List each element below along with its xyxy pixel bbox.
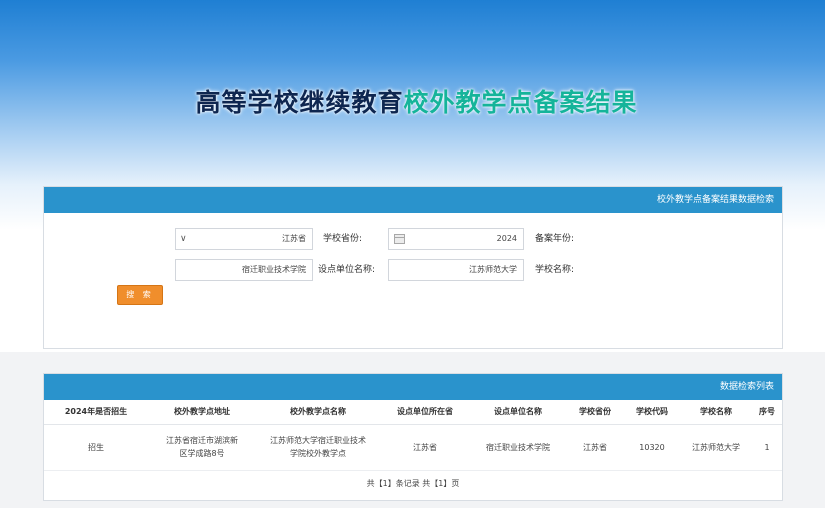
unit-input-value: 宿迁职业技术学院 (242, 265, 306, 274)
table-row: 1 江苏师范大学 10320 江苏省 宿迁职业技术学院 江苏省 江苏师范大学宿迁… (44, 424, 782, 471)
school-input-value: 江苏师范大学 (469, 265, 517, 274)
col-header: 2024年是否招生 (44, 400, 148, 425)
col-header: 设点单位名称 (470, 400, 566, 425)
school-label: 学校名称: (535, 265, 575, 275)
col-header: 校外教学点名称 (256, 400, 380, 425)
title-part-1: 高等学校继续教育 (195, 88, 404, 117)
col-header: 序号 (752, 400, 782, 425)
title-part-2: 校外教学点备案结果 (403, 88, 638, 117)
col-header: 学校代码 (624, 400, 680, 425)
table-cell: 江苏省宿迁市湖滨新区学成路8号 (148, 424, 256, 471)
province-select[interactable]: ∨ 江苏省 (175, 228, 313, 250)
province-label: 学校省份: (323, 234, 363, 244)
chevron-down-icon: ∨ (180, 234, 187, 244)
table-cell: 江苏省 (566, 424, 624, 471)
unit-input[interactable]: 宿迁职业技术学院 (175, 259, 313, 281)
col-header: 设点单位所在省 (380, 400, 470, 425)
province-select-value: 江苏省 (282, 234, 306, 243)
table-header-row: 序号 学校名称 学校代码 学校省份 设点单位名称 设点单位所在省 校外教学点名称… (44, 400, 782, 425)
year-input-value: 2024 (496, 234, 517, 243)
results-table: 序号 学校名称 学校代码 学校省份 设点单位名称 设点单位所在省 校外教学点名称… (44, 400, 782, 471)
table-cell: 江苏师范大学 (680, 424, 752, 471)
table-cell: 江苏省 (380, 424, 470, 471)
table-cell: 1 (752, 424, 782, 471)
pagination-info: 共【1】条记录 共【1】页 (366, 479, 460, 488)
year-label: 备案年份: (535, 234, 575, 244)
col-header: 学校省份 (566, 400, 624, 425)
results-panel: 数据检索列表 序号 学校名称 学校代码 学校省份 设点单位名称 设点单位所在省 … (43, 373, 783, 501)
col-header: 学校名称 (680, 400, 752, 425)
col-header: 校外教学点地址 (148, 400, 256, 425)
unit-label: 设点单位名称: (318, 265, 376, 275)
school-input[interactable]: 江苏师范大学 (388, 259, 524, 281)
table-cell: 江苏师范大学宿迁职业技术学院校外教学点 (256, 424, 380, 471)
table-cell: 宿迁职业技术学院 (470, 424, 566, 471)
results-panel-header: 数据检索列表 (44, 374, 782, 400)
search-form: 备案年份: 2024 学校省份: ∨ 江苏省 学校名称: 江苏师范大学 设点单位… (44, 213, 782, 348)
calendar-icon[interactable] (394, 234, 405, 244)
search-button[interactable]: 搜 索 (117, 285, 163, 305)
search-panel: 校外教学点备案结果数据检索 备案年份: 2024 学校省份: ∨ 江苏省 学校名… (43, 186, 783, 349)
table-cell: 招生 (44, 424, 148, 471)
year-input[interactable]: 2024 (388, 228, 524, 250)
page-title: 高等学校继续教育校外教学点备案结果 (0, 83, 825, 119)
table-cell: 10320 (624, 424, 680, 471)
search-panel-header: 校外教学点备案结果数据检索 (44, 187, 782, 213)
